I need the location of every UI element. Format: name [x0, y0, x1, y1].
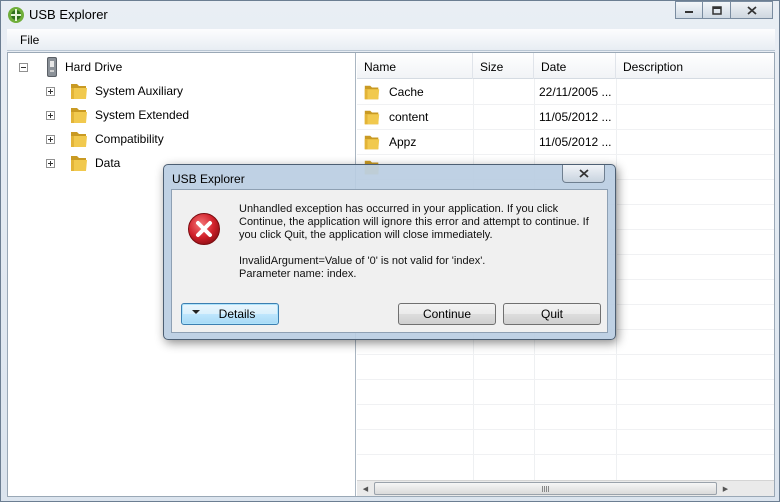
caption-buttons — [675, 1, 773, 21]
folder-icon — [71, 108, 87, 123]
title-bar[interactable]: USB Explorer — [1, 1, 779, 29]
close-icon — [578, 169, 589, 178]
expand-toggle[interactable] — [46, 110, 55, 120]
continue-button[interactable]: Continue — [398, 303, 496, 325]
maximize-icon — [711, 5, 722, 15]
expand-toggle[interactable] — [46, 86, 55, 96]
grid-line — [357, 354, 774, 355]
dialog-close-button[interactable] — [562, 165, 605, 183]
list-item-name: Appz — [389, 134, 417, 149]
quit-button-label: Quit — [540, 307, 563, 321]
grid-line — [357, 379, 774, 380]
error-detail-line2: Parameter name: index. — [239, 268, 357, 280]
minimize-button[interactable] — [675, 1, 703, 19]
folder-icon — [364, 85, 380, 99]
scroll-right-button[interactable]: ▶ — [717, 481, 734, 496]
folder-icon — [71, 84, 87, 99]
close-icon — [746, 5, 757, 15]
list-item[interactable]: Cache — [363, 79, 424, 104]
error-icon — [188, 213, 220, 245]
list-header: Name Size Date Description — [357, 53, 774, 79]
expand-toggle[interactable] — [46, 134, 55, 144]
list-item-name: content — [389, 109, 429, 124]
horizontal-scrollbar[interactable]: ◀ ▶ — [357, 480, 774, 496]
error-message-main: Unhandled exception has occurred in your… — [239, 203, 589, 241]
folder-icon — [364, 110, 380, 124]
close-button[interactable] — [731, 1, 773, 19]
tree-label: Compatibility — [95, 132, 164, 146]
tree-node-hard-drive[interactable]: Hard Drive — [19, 56, 122, 78]
folder-icon — [71, 156, 87, 171]
details-button-label: Details — [218, 307, 256, 321]
grid-line — [357, 154, 774, 155]
error-detail-line1: InvalidArgument=Value of '0' is not vali… — [239, 255, 486, 267]
tree-label: Data — [95, 156, 121, 170]
tree-node-data[interactable]: Data — [46, 152, 120, 174]
column-header-name[interactable]: Name — [357, 53, 473, 79]
menu-file[interactable]: File — [20, 33, 39, 47]
window-title: USB Explorer — [29, 7, 108, 22]
usb-app-icon — [8, 7, 24, 23]
column-header-description[interactable]: Description — [616, 53, 774, 79]
list-item-name: Cache — [389, 84, 424, 99]
list-item[interactable]: Appz — [363, 129, 416, 154]
error-message: Unhandled exception has occurred in your… — [239, 203, 599, 281]
list-item-date: 22/11/2005 ... — [539, 84, 612, 99]
chevron-down-icon — [192, 310, 200, 314]
menu-bar: File — [7, 29, 775, 51]
continue-button-label: Continue — [422, 307, 472, 321]
tree-node-system-extended[interactable]: System Extended — [46, 104, 189, 126]
error-dialog: USB Explorer Unhandled exception has occ… — [163, 164, 616, 340]
usb-drive-icon — [47, 57, 57, 77]
folder-icon — [364, 135, 380, 149]
list-item-date: 11/05/2012 ... — [539, 109, 612, 124]
scrollbar-thumb[interactable] — [374, 482, 717, 495]
quit-button[interactable]: Quit — [503, 303, 601, 325]
grid-line — [357, 404, 774, 405]
minimize-icon — [685, 11, 693, 13]
list-item-date: 11/05/2012 ... — [539, 134, 612, 149]
column-header-date[interactable]: Date — [534, 53, 616, 79]
grid-line — [357, 454, 774, 455]
details-button[interactable]: Details — [181, 303, 279, 325]
scrollbar-corner — [757, 481, 774, 496]
expand-toggle[interactable] — [46, 158, 55, 168]
scroll-left-button[interactable]: ◀ — [357, 481, 374, 496]
tree-label-root: Hard Drive — [65, 60, 123, 74]
tree-node-system-auxiliary[interactable]: System Auxiliary — [46, 80, 183, 102]
maximize-button[interactable] — [703, 1, 731, 19]
grid-line — [357, 429, 774, 430]
collapse-toggle[interactable] — [19, 62, 28, 72]
tree-label: System Auxiliary — [95, 84, 184, 98]
folder-icon — [71, 132, 87, 147]
dialog-title: USB Explorer — [172, 172, 245, 186]
list-item[interactable]: content — [363, 104, 428, 129]
tree-label: System Extended — [95, 108, 190, 122]
dialog-body: Unhandled exception has occurred in your… — [171, 189, 608, 333]
grip-icon — [542, 485, 549, 492]
tree-node-compatibility[interactable]: Compatibility — [46, 128, 164, 150]
column-header-size[interactable]: Size — [473, 53, 534, 79]
